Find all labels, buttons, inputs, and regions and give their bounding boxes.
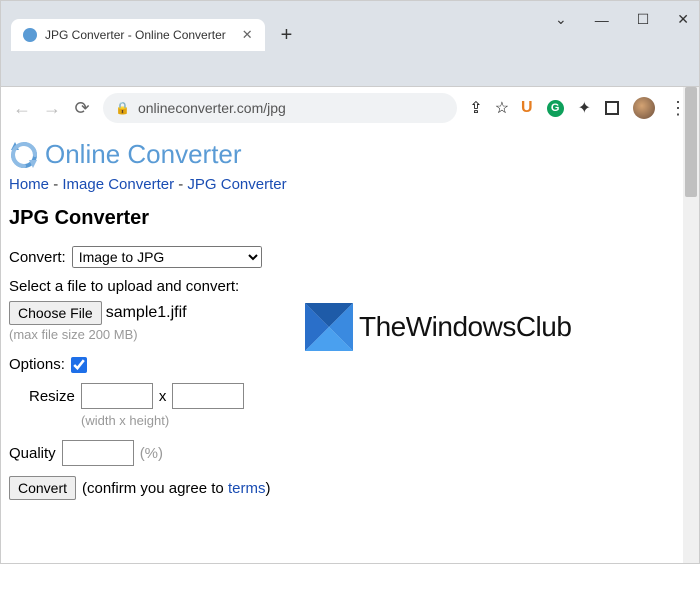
tab-close-icon[interactable]: ✕: [234, 27, 253, 43]
extension-grammarly-icon[interactable]: G: [547, 100, 564, 117]
breadcrumb-jpg[interactable]: JPG Converter: [187, 176, 286, 193]
choose-file-button[interactable]: Choose File: [9, 301, 102, 325]
options-label: Options:: [9, 356, 65, 373]
resize-height-input[interactable]: [172, 383, 244, 409]
resize-hint: (width x height): [81, 413, 691, 428]
browser-tab[interactable]: JPG Converter - Online Converter ✕: [11, 19, 265, 51]
site-logo-icon: [9, 140, 39, 170]
dropdown-icon[interactable]: ⌄: [555, 11, 567, 28]
bookmark-icon[interactable]: ☆: [495, 98, 509, 118]
new-tab-button[interactable]: +: [273, 20, 301, 51]
options-checkbox[interactable]: [71, 357, 87, 373]
resize-label: Resize: [29, 388, 75, 405]
extension-u-icon[interactable]: U: [521, 99, 533, 117]
share-icon[interactable]: ⇪: [469, 98, 482, 118]
max-size-hint: (max file size 200 MB): [9, 327, 691, 342]
close-window-icon[interactable]: ✕: [677, 11, 689, 28]
forward-button[interactable]: →: [43, 98, 61, 119]
confirm-text: (confirm you agree to terms): [82, 480, 270, 497]
quality-input[interactable]: [62, 440, 134, 466]
quality-label: Quality: [9, 445, 56, 462]
convert-button[interactable]: Convert: [9, 476, 76, 500]
address-bar[interactable]: 🔒 onlineconverter.com/jpg: [103, 93, 457, 123]
upload-label: Select a file to upload and convert:: [9, 278, 691, 295]
url-text: onlineconverter.com/jpg: [138, 100, 286, 116]
maximize-icon[interactable]: ☐: [637, 11, 650, 28]
resize-width-input[interactable]: [81, 383, 153, 409]
convert-select[interactable]: Image to JPG: [72, 246, 262, 268]
resize-sep: x: [159, 388, 167, 405]
reload-button[interactable]: ⟳: [73, 98, 91, 119]
quality-unit: (%): [140, 445, 163, 462]
tab-favicon-icon: [23, 28, 37, 42]
tab-title: JPG Converter - Online Converter: [45, 28, 226, 42]
minimize-icon[interactable]: —: [595, 12, 609, 28]
breadcrumb-home[interactable]: Home: [9, 176, 49, 193]
terms-link[interactable]: terms: [228, 480, 266, 497]
profile-avatar[interactable]: [633, 97, 655, 119]
page-title: JPG Converter: [9, 207, 691, 230]
site-title: Online Converter: [45, 139, 242, 170]
breadcrumb-image[interactable]: Image Converter: [62, 176, 174, 193]
reader-icon[interactable]: [605, 101, 619, 115]
lock-icon: 🔒: [115, 101, 130, 115]
selected-filename: sample1.jfif: [106, 304, 187, 322]
breadcrumb: Home - Image Converter - JPG Converter: [9, 176, 691, 193]
convert-label: Convert:: [9, 249, 66, 266]
extensions-icon[interactable]: ✦: [578, 98, 591, 118]
back-button[interactable]: ←: [13, 98, 31, 119]
